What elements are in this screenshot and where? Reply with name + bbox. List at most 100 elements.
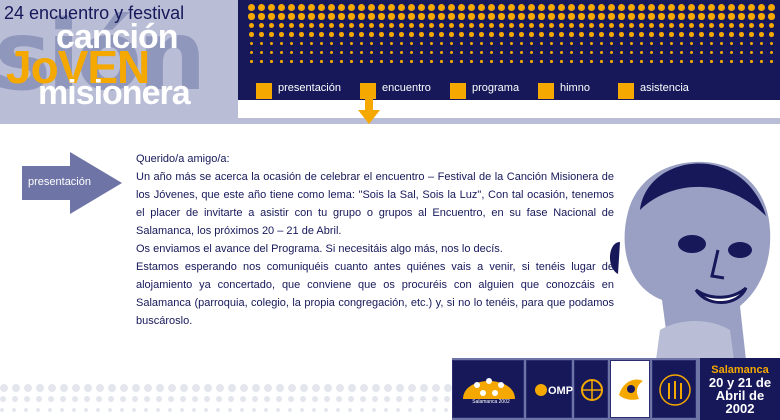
footer-dot (420, 396, 426, 402)
banner-dot (309, 32, 314, 37)
footer-dot (24, 408, 28, 412)
banner-dot (728, 22, 735, 29)
banner-dot (660, 51, 663, 54)
banner-dot (400, 60, 403, 63)
banner-dot (459, 32, 464, 37)
banner-dot (770, 51, 773, 54)
banner-dot (669, 41, 674, 46)
banner-dot (419, 41, 424, 46)
omp-logo[interactable]: OMP (526, 360, 573, 418)
footer-dot (336, 408, 340, 412)
menu-bullet-icon (256, 83, 272, 99)
banner-dot (699, 32, 704, 37)
banner-dot (420, 51, 423, 54)
banner-dot (670, 51, 673, 54)
banner-dot (568, 22, 575, 29)
banner-dot (259, 32, 264, 37)
banner-dot (688, 13, 695, 20)
footer-dot (372, 396, 378, 402)
footer-dot (360, 396, 366, 402)
footer-dot (60, 408, 64, 412)
banner-dot (269, 41, 274, 46)
banner-dot (718, 4, 725, 11)
banner-dot (659, 41, 664, 46)
banner-dot (519, 41, 524, 46)
footer-dot (372, 384, 380, 392)
footer-dot (396, 396, 402, 402)
banner-dot (500, 60, 503, 63)
banner-dot (328, 4, 335, 11)
footer-dot (108, 396, 114, 402)
footer-dot (144, 396, 150, 402)
footer-dot (432, 384, 440, 392)
banner-dot (299, 41, 304, 46)
banner-dot (370, 60, 373, 63)
banner-dot (278, 4, 285, 11)
banner-dot (588, 13, 595, 20)
children-logo[interactable] (652, 360, 696, 418)
dove-logo[interactable] (610, 360, 650, 418)
banner-dot (749, 32, 754, 37)
banner-dot (318, 4, 325, 11)
banner-dot (448, 13, 455, 20)
footer-dot (300, 384, 308, 392)
banner-dot (570, 60, 573, 63)
banner-dot (718, 13, 725, 20)
banner-dot (708, 13, 715, 20)
banner-dot (348, 4, 355, 11)
banner-dot (408, 4, 415, 11)
festival-logo[interactable]: sión 24 encuentro y festival canción JoV… (0, 0, 238, 118)
banner-dot (528, 13, 535, 20)
footer-dot (108, 408, 112, 412)
footer-dot (156, 384, 164, 392)
footer-dot (444, 408, 448, 412)
banner-dot (670, 60, 673, 63)
banner-dot (758, 22, 765, 29)
menu-bullet-icon (618, 83, 634, 99)
banner-dot (740, 51, 743, 54)
banner-dot (730, 51, 733, 54)
banner-dot (310, 60, 313, 63)
header-divider (0, 118, 780, 124)
banner-dot (648, 22, 655, 29)
banner-dot (628, 13, 635, 20)
banner-dot (498, 4, 505, 11)
footer-dot (396, 408, 400, 412)
banner-dot (308, 22, 315, 29)
footer-dot (312, 384, 320, 392)
banner-dot (688, 4, 695, 11)
salamanca-2002-logo[interactable]: Salamanca 2002 (452, 360, 524, 418)
banner-dot (530, 60, 533, 63)
banner-dot (659, 32, 664, 37)
banner-dot (468, 4, 475, 11)
footer-dot (228, 408, 232, 412)
banner-dot (668, 13, 675, 20)
banner-dot (338, 13, 345, 20)
event-date-line: 2002 (725, 401, 755, 416)
footer-dot (120, 408, 124, 412)
footer-dot (228, 384, 236, 392)
banner-dot (529, 41, 534, 46)
banner-dot (678, 13, 685, 20)
banner-dot (378, 22, 385, 29)
banner-dot (449, 32, 454, 37)
banner-dot (469, 41, 474, 46)
banner-dot (360, 60, 363, 63)
banner-dot (668, 4, 675, 11)
banner-dot (708, 4, 715, 11)
banner-dot (288, 4, 295, 11)
globe-logo[interactable] (574, 360, 608, 418)
footer-dot (240, 408, 244, 412)
banner-dot (718, 22, 725, 29)
banner-dot (398, 13, 405, 20)
banner-dot (449, 41, 454, 46)
footer-dot (180, 384, 188, 392)
banner-dot (380, 60, 383, 63)
banner-dot (680, 51, 683, 54)
banner-dot (369, 32, 374, 37)
banner-dot (628, 22, 635, 29)
stars-emblem-icon (463, 378, 515, 399)
banner-dot (309, 41, 314, 46)
footer-dot (192, 384, 200, 392)
banner-dot (568, 13, 575, 20)
